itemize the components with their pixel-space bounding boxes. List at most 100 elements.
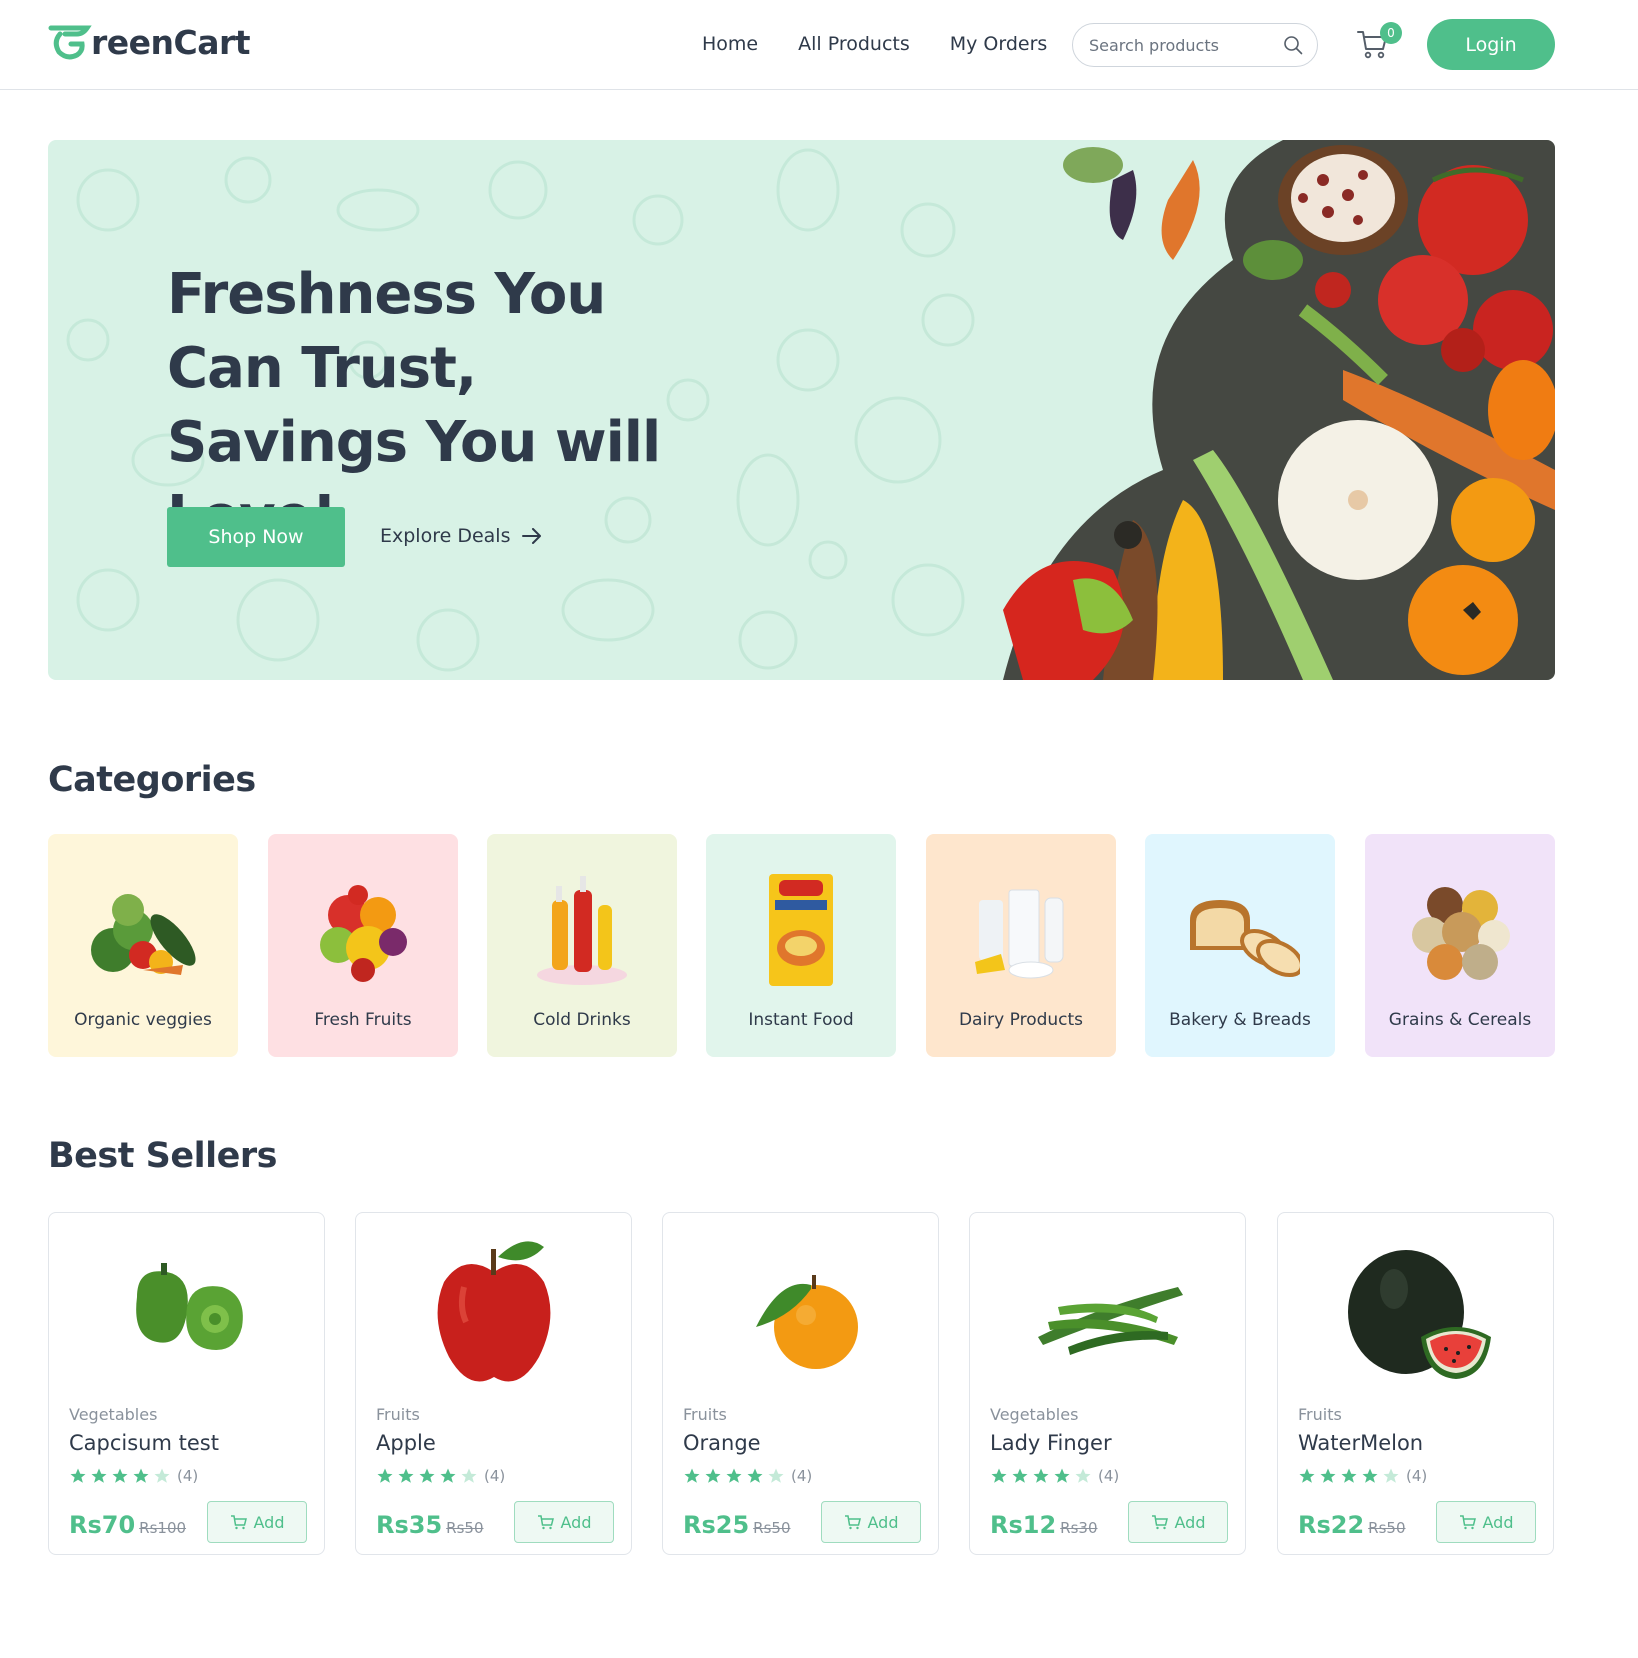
add-to-cart-button[interactable]: Add xyxy=(821,1501,921,1543)
explore-deals-link[interactable]: Explore Deals xyxy=(380,525,542,547)
product-card-orange[interactable]: Fruits Orange (4) Rs25 Rs50 Add xyxy=(662,1212,939,1555)
add-label: Add xyxy=(867,1512,899,1532)
star-empty-icon xyxy=(154,1468,170,1483)
rating-stars: (4) xyxy=(990,1467,1119,1485)
product-card-apple[interactable]: Fruits Apple (4) Rs35 Rs50 Add xyxy=(355,1212,632,1555)
star-filled-icon xyxy=(133,1468,149,1483)
product-name: Apple xyxy=(376,1431,436,1455)
search-input[interactable] xyxy=(1089,35,1269,55)
dairy-image xyxy=(975,889,1064,979)
rating-stars: (4) xyxy=(376,1467,505,1485)
orange-image xyxy=(756,1275,858,1369)
star-filled-icon xyxy=(377,1468,393,1483)
apple-image xyxy=(437,1241,551,1382)
bread-image xyxy=(1190,900,1300,978)
category-card-grains-cereals[interactable]: Grains & Cereals xyxy=(1365,834,1555,1057)
category-card-dairy-products[interactable]: Dairy Products xyxy=(926,834,1116,1057)
star-filled-icon xyxy=(1320,1468,1336,1483)
logo-g-icon xyxy=(48,25,92,60)
rating-count: (4) xyxy=(1098,1467,1120,1485)
product-name: Orange xyxy=(683,1431,761,1455)
rating-stars: (4) xyxy=(1298,1467,1427,1485)
product-name: Lady Finger xyxy=(990,1431,1112,1455)
cart-icon xyxy=(1459,1515,1476,1530)
product-category: Fruits xyxy=(683,1405,727,1424)
star-filled-icon xyxy=(726,1468,742,1483)
star-filled-icon xyxy=(440,1468,456,1483)
current-price: Rs25 xyxy=(683,1511,750,1539)
add-label: Add xyxy=(253,1512,285,1532)
vegetables-image xyxy=(1003,140,1555,680)
category-label: Organic veggies xyxy=(74,1010,212,1030)
add-to-cart-button[interactable]: Add xyxy=(207,1501,307,1543)
category-label: Dairy Products xyxy=(958,1010,1084,1030)
old-price: Rs50 xyxy=(446,1519,484,1537)
category-label: Fresh Fruits xyxy=(314,1010,412,1030)
top-navbar: reenCart Home All Products My Orders 0 L… xyxy=(0,0,1638,90)
product-category: Vegetables xyxy=(69,1405,158,1424)
cart-icon xyxy=(1151,1515,1168,1530)
fruits-image xyxy=(320,885,407,982)
product-price: Rs12 Rs30 xyxy=(990,1511,1098,1539)
current-price: Rs12 xyxy=(990,1511,1057,1539)
search-box xyxy=(1072,23,1318,67)
star-filled-icon xyxy=(684,1468,700,1483)
star-filled-icon xyxy=(1054,1468,1070,1483)
star-filled-icon xyxy=(1299,1468,1315,1483)
old-price: Rs30 xyxy=(1060,1519,1098,1537)
add-to-cart-button[interactable]: Add xyxy=(1436,1501,1536,1543)
product-category: Vegetables xyxy=(990,1405,1079,1424)
star-filled-icon xyxy=(991,1468,1007,1483)
star-filled-icon xyxy=(1033,1468,1049,1483)
product-card-watermelon[interactable]: Fruits WaterMelon (4) Rs22 Rs50 Add xyxy=(1277,1212,1554,1555)
category-card-organic-veggies[interactable]: Organic veggies xyxy=(48,834,238,1057)
rating-count: (4) xyxy=(1406,1467,1428,1485)
star-filled-icon xyxy=(70,1468,86,1483)
rating-stars: (4) xyxy=(69,1467,198,1485)
current-price: Rs35 xyxy=(376,1511,443,1539)
rating-stars: (4) xyxy=(683,1467,812,1485)
product-category: Fruits xyxy=(1298,1405,1342,1424)
add-to-cart-button[interactable]: Add xyxy=(514,1501,614,1543)
rating-count: (4) xyxy=(177,1467,199,1485)
nav-my-orders[interactable]: My Orders xyxy=(950,33,1048,55)
category-label: Bakery & Breads xyxy=(1169,1010,1311,1030)
search-icon[interactable] xyxy=(1283,35,1303,55)
cart-icon xyxy=(230,1515,247,1530)
grains-image xyxy=(1412,887,1510,980)
product-category: Fruits xyxy=(376,1405,420,1424)
brand-logo[interactable]: reenCart xyxy=(47,22,251,62)
product-name: Capcisum test xyxy=(69,1431,219,1455)
product-card-lady-finger[interactable]: Vegetables Lady Finger (4) Rs12 Rs30 Add xyxy=(969,1212,1246,1555)
star-empty-icon xyxy=(1383,1468,1399,1483)
nav-all-products[interactable]: All Products xyxy=(798,33,910,55)
login-button[interactable]: Login xyxy=(1427,19,1555,70)
old-price: Rs50 xyxy=(1368,1519,1406,1537)
star-filled-icon xyxy=(112,1468,128,1483)
product-price: Rs22 Rs50 xyxy=(1298,1511,1406,1539)
hero-banner: Freshness You Can Trust, Savings You wil… xyxy=(48,140,1555,680)
star-filled-icon xyxy=(91,1468,107,1483)
shop-now-button[interactable]: Shop Now xyxy=(167,507,345,567)
add-to-cart-button[interactable]: Add xyxy=(1128,1501,1228,1543)
drinks-image xyxy=(537,876,627,985)
star-filled-icon xyxy=(1012,1468,1028,1483)
old-price: Rs100 xyxy=(139,1519,187,1537)
category-card-cold-drinks[interactable]: Cold Drinks xyxy=(487,834,677,1057)
categories-title: Categories xyxy=(48,760,256,800)
category-card-instant-food[interactable]: Instant Food xyxy=(706,834,896,1057)
cart-count-badge: 0 xyxy=(1380,22,1402,44)
category-card-fresh-fruits[interactable]: Fresh Fruits xyxy=(268,834,458,1057)
nav-links: Home All Products My Orders xyxy=(702,33,1047,55)
rating-count: (4) xyxy=(484,1467,506,1485)
star-filled-icon xyxy=(705,1468,721,1483)
product-price: Rs25 Rs50 xyxy=(683,1511,791,1539)
okra-image xyxy=(1038,1287,1183,1355)
product-price: Rs70 Rs100 xyxy=(69,1511,186,1539)
product-card-capsicum[interactable]: Vegetables Capcisum test (4) Rs70 Rs100 A… xyxy=(48,1212,325,1555)
nav-home[interactable]: Home xyxy=(702,33,758,55)
watermelon-image xyxy=(1348,1250,1491,1379)
best-sellers-title: Best Sellers xyxy=(48,1136,277,1176)
star-filled-icon xyxy=(1362,1468,1378,1483)
category-card-bakery-breads[interactable]: Bakery & Breads xyxy=(1145,834,1335,1057)
